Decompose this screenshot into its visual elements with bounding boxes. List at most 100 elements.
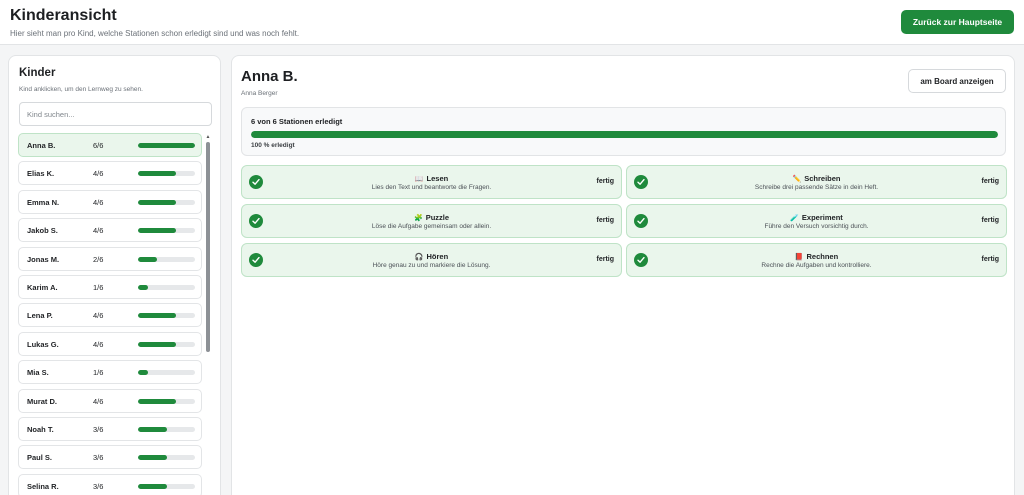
pencil-icon: ✏️ bbox=[792, 176, 802, 183]
kid-item-progress-bar bbox=[138, 341, 195, 347]
kid-item-count: 3/6 bbox=[93, 481, 104, 491]
station-description: Führe den Versuch vorsichtig durch. bbox=[764, 223, 869, 230]
kid-item-progress-fill bbox=[138, 370, 148, 376]
station-title: 🎧 Hören bbox=[272, 252, 591, 261]
station-card[interactable]: ✏️ Schreiben Schreibe drei passende Sätze … bbox=[626, 165, 1007, 199]
station-title: 📕 Rechnen bbox=[657, 252, 976, 261]
kid-list-item[interactable]: Emma N. 4/6 bbox=[18, 189, 202, 214]
sidebar-title: Kinder bbox=[19, 67, 56, 79]
flask-icon: 🧪 bbox=[790, 215, 799, 222]
kid-list-item[interactable]: Selina R. 3/6 bbox=[18, 473, 202, 495]
kid-list-item[interactable]: Anna B. 6/6 bbox=[18, 133, 202, 157]
station-card[interactable]: 📕 Rechnen Rechne die Aufgaben und kontroll… bbox=[626, 243, 1007, 277]
kid-item-progress-fill bbox=[138, 256, 157, 262]
kid-list-item[interactable]: Elias K. 4/6 bbox=[18, 161, 202, 186]
kid-list-item[interactable]: Jonas M. 2/6 bbox=[18, 246, 202, 271]
kid-item-count: 4/6 bbox=[93, 396, 104, 406]
check-circle-icon bbox=[249, 253, 263, 267]
sidebar-hint: Kind anklicken, um den Lernweg zu sehen. bbox=[19, 86, 143, 93]
station-description: Löse die Aufgabe gemeinsam oder allein. bbox=[371, 223, 492, 230]
back-to-main-button[interactable]: Zurück zur Hauptseite bbox=[901, 10, 1014, 34]
kid-item-progress-fill bbox=[138, 426, 167, 432]
kid-item-progress-bar bbox=[138, 284, 195, 290]
kid-item-name: Jonas M. bbox=[27, 254, 60, 264]
kid-item-progress-bar bbox=[138, 370, 195, 376]
station-status: fertig bbox=[981, 178, 1000, 185]
kid-item-progress-bar bbox=[138, 313, 195, 319]
station-status: fertig bbox=[596, 217, 615, 224]
station-card[interactable]: 🎧 Hören Höre genau zu und markiere die Lös… bbox=[241, 243, 622, 277]
kid-item-count: 4/6 bbox=[93, 339, 104, 349]
show-on-board-button[interactable]: am Board anzeigen bbox=[908, 69, 1006, 93]
check-circle-icon bbox=[634, 214, 648, 228]
kid-item-name: Emma N. bbox=[27, 197, 60, 207]
kid-item-count: 4/6 bbox=[93, 311, 104, 321]
kid-item-progress-fill bbox=[138, 284, 148, 290]
kid-item-progress-bar bbox=[138, 143, 195, 148]
kid-name-heading: Anna B. bbox=[241, 68, 298, 85]
kid-item-progress-fill bbox=[138, 398, 177, 404]
station-card[interactable]: 📖 Lesen Lies den Text und beantworte die F… bbox=[241, 165, 622, 199]
kid-list-item[interactable]: Paul S. 3/6 bbox=[18, 445, 202, 470]
station-title-text: Experiment bbox=[801, 213, 843, 222]
station-status: fertig bbox=[596, 178, 615, 185]
kid-item-progress-fill bbox=[138, 455, 167, 461]
kid-list-item[interactable]: Lukas G. 4/6 bbox=[18, 331, 202, 356]
kid-item-progress-fill bbox=[138, 171, 177, 177]
kid-item-name: Noah T. bbox=[27, 424, 54, 434]
kid-list-item[interactable]: Mia S. 1/6 bbox=[18, 360, 202, 385]
station-description: Rechne die Aufgaben und kontrolliere. bbox=[761, 262, 872, 269]
check-circle-icon bbox=[249, 214, 263, 228]
book-icon: 📖 bbox=[414, 176, 424, 183]
kid-list-item[interactable]: Lena P. 4/6 bbox=[18, 303, 202, 328]
progress-percent: 100 % erledigt bbox=[251, 142, 295, 149]
kid-item-progress-fill bbox=[138, 313, 177, 319]
kid-item-progress-bar bbox=[138, 171, 195, 177]
station-title: 📖 Lesen bbox=[272, 174, 591, 183]
kid-list-scrollbar[interactable]: ▲ bbox=[205, 134, 211, 354]
kid-detail-panel: Anna B. Anna Berger am Board anzeigen 6 … bbox=[231, 55, 1015, 495]
kid-search-input[interactable] bbox=[19, 102, 212, 126]
app-header: Kinderansicht Hier sieht man pro Kind, w… bbox=[0, 0, 1024, 45]
progress-summary: 6 von 6 Stationen erledigt 100 % erledig… bbox=[241, 107, 1006, 156]
progress-bar-fill bbox=[251, 131, 998, 138]
kid-item-count: 1/6 bbox=[93, 282, 104, 292]
headphones-icon: 🎧 bbox=[414, 254, 424, 261]
scrollbar-thumb[interactable] bbox=[206, 142, 210, 352]
kid-item-progress-bar bbox=[138, 426, 195, 432]
kid-list-item[interactable]: Karim A. 1/6 bbox=[18, 274, 202, 299]
kid-item-count: 1/6 bbox=[93, 368, 104, 378]
page-subtitle: Hier sieht man pro Kind, welche Statione… bbox=[10, 29, 300, 38]
scroll-up-icon[interactable]: ▲ bbox=[205, 134, 211, 140]
kid-item-progress-bar bbox=[138, 228, 195, 234]
kid-list-item[interactable]: Murat D. 4/6 bbox=[18, 388, 202, 413]
kid-item-count: 4/6 bbox=[93, 226, 104, 236]
station-description: Lies den Text und beantworte die Fragen. bbox=[371, 184, 492, 191]
kid-item-progress-bar bbox=[138, 455, 195, 461]
kid-item-name: Jakob S. bbox=[27, 226, 58, 236]
kid-item-count: 3/6 bbox=[93, 424, 104, 434]
kid-item-name: Karim A. bbox=[27, 282, 58, 292]
kid-list-item[interactable]: Noah T. 3/6 bbox=[18, 416, 202, 441]
kid-item-count: 4/6 bbox=[93, 197, 104, 207]
check-circle-icon bbox=[634, 253, 648, 267]
station-status: fertig bbox=[981, 256, 1000, 263]
station-status: fertig bbox=[596, 256, 615, 263]
page-title: Kinderansicht bbox=[10, 7, 117, 24]
kids-sidebar: Kinder Kind anklicken, um den Lernweg zu… bbox=[8, 55, 221, 495]
kid-item-progress-bar bbox=[138, 398, 195, 404]
station-title: ✏️ Schreiben bbox=[657, 174, 976, 183]
kid-item-progress-fill bbox=[138, 143, 195, 148]
kid-item-progress-bar bbox=[138, 483, 195, 489]
station-title: 🧩 Puzzle bbox=[272, 213, 591, 222]
kid-item-count: 3/6 bbox=[93, 453, 104, 463]
check-circle-icon bbox=[249, 175, 263, 189]
station-card[interactable]: 🧩 Puzzle Löse die Aufgabe gemeinsam oder a… bbox=[241, 204, 622, 238]
kid-item-count: 2/6 bbox=[93, 254, 104, 264]
kid-item-name: Murat D. bbox=[27, 396, 57, 406]
kid-list-item[interactable]: Jakob S. 4/6 bbox=[18, 218, 202, 243]
kid-item-progress-fill bbox=[138, 199, 177, 205]
station-card[interactable]: 🧪 Experiment Führe den Versuch vorsichtig … bbox=[626, 204, 1007, 238]
kid-item-progress-bar bbox=[138, 256, 195, 262]
station-title-text: Hören bbox=[426, 252, 449, 261]
